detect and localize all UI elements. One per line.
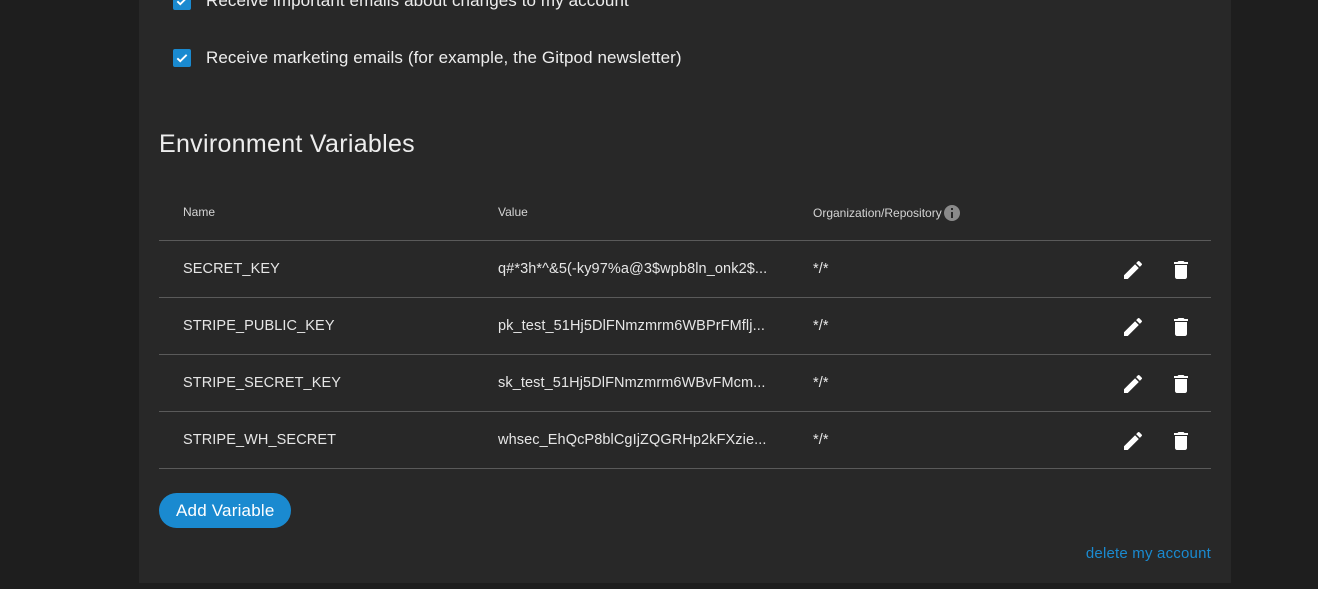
variable-scope: */*: [813, 318, 829, 334]
variable-value: pk_test_51Hj5DlFNmzmrm6WBPrFMflj...: [498, 318, 765, 334]
variable-value: whsec_EhQcP8blCgIjZQGRHp2kFXzie...: [498, 432, 767, 448]
add-variable-button[interactable]: Add Variable: [159, 493, 292, 528]
important-emails-option[interactable]: Receive important emails about changes t…: [173, 0, 629, 13]
env-variables-table: Name Value Organization/Repository SECRE…: [159, 183, 1211, 469]
edit-variable-button[interactable]: [1121, 372, 1145, 396]
section-title: Environment Variables: [159, 130, 415, 158]
trash-icon: [1174, 318, 1188, 336]
table-header: Name Value Organization/Repository: [159, 183, 1211, 241]
header-scope: Organization/Repository: [813, 205, 960, 221]
marketing-emails-label: Receive marketing emails (for example, t…: [206, 48, 682, 67]
delete-variable-button[interactable]: [1169, 372, 1193, 396]
edit-variable-button[interactable]: [1121, 258, 1145, 282]
variable-name: STRIPE_SECRET_KEY: [183, 375, 342, 391]
trash-icon: [1174, 432, 1188, 450]
table-row: STRIPE_WH_SECRET whsec_EhQcP8blCgIjZQGRH…: [159, 412, 1211, 469]
trash-icon: [1174, 261, 1188, 279]
header-name: Name: [183, 205, 216, 219]
settings-panel: Receive important emails about changes t…: [139, 0, 1231, 583]
variable-scope: */*: [813, 432, 829, 448]
delete-account-link[interactable]: delete my account: [1086, 545, 1211, 562]
table-row: STRIPE_PUBLIC_KEY pk_test_51Hj5DlFNmzmrm…: [159, 298, 1211, 355]
check-icon: [176, 0, 186, 6]
check-icon: [176, 54, 188, 63]
delete-variable-button[interactable]: [1169, 315, 1193, 339]
pencil-icon: [1124, 260, 1143, 279]
delete-variable-button[interactable]: [1169, 258, 1193, 282]
table-row: STRIPE_SECRET_KEY sk_test_51Hj5DlFNmzmrm…: [159, 355, 1211, 412]
variable-value: q#*3h*^&5(-ky97%a@3$wpb8ln_onk2$...: [498, 261, 768, 277]
edit-variable-button[interactable]: [1121, 315, 1145, 339]
header-value: Value: [498, 205, 528, 219]
variable-name: STRIPE_PUBLIC_KEY: [183, 318, 335, 334]
pencil-icon: [1124, 374, 1143, 393]
info-icon[interactable]: [943, 205, 960, 221]
variable-name: STRIPE_WH_SECRET: [183, 432, 337, 448]
trash-icon: [1174, 375, 1188, 393]
important-emails-label: Receive important emails about changes t…: [206, 0, 629, 10]
edit-variable-button[interactable]: [1121, 429, 1145, 453]
table-row: SECRET_KEY q#*3h*^&5(-ky97%a@3$wpb8ln_on…: [159, 241, 1211, 298]
header-scope-label: Organization/Repository: [813, 206, 942, 220]
variable-name: SECRET_KEY: [183, 261, 280, 277]
variable-scope: */*: [813, 375, 829, 391]
variable-value: sk_test_51Hj5DlFNmzmrm6WBvFMcm...: [498, 375, 766, 391]
pencil-icon: [1124, 317, 1143, 336]
variable-scope: */*: [813, 261, 829, 277]
important-emails-checkbox[interactable]: [173, 0, 191, 10]
delete-variable-button[interactable]: [1169, 429, 1193, 453]
marketing-emails-checkbox[interactable]: [173, 49, 191, 67]
pencil-icon: [1124, 431, 1143, 450]
marketing-emails-option[interactable]: Receive marketing emails (for example, t…: [173, 46, 682, 70]
